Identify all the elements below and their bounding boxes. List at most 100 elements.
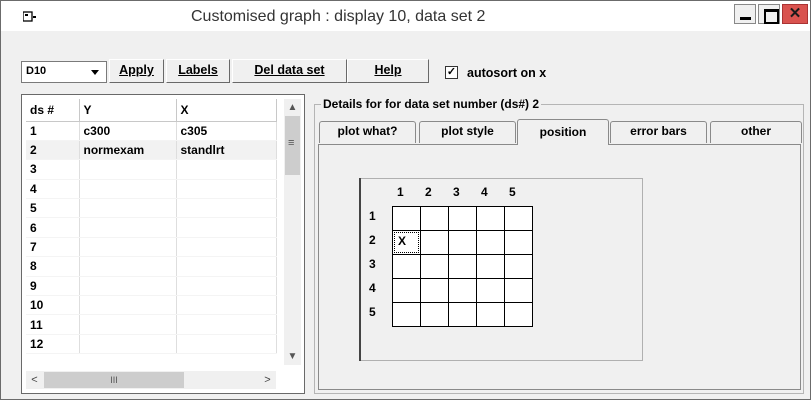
position-cell[interactable] [476, 230, 505, 255]
column-header-ds[interactable]: ds # [26, 99, 80, 122]
title-bar[interactable]: Customised graph : display 10, data set … [1, 1, 810, 31]
cell-y[interactable] [79, 179, 177, 200]
position-cell[interactable] [448, 254, 477, 279]
position-cell[interactable] [476, 302, 505, 327]
table-row[interactable]: 9 [26, 276, 277, 297]
tab-other[interactable]: other [710, 121, 802, 143]
cell-x[interactable] [176, 237, 277, 258]
cell-y[interactable] [79, 256, 177, 277]
tab-error-bars[interactable]: error bars [610, 121, 707, 143]
table-row[interactable]: 11 [26, 314, 277, 335]
position-cell[interactable] [476, 254, 505, 279]
cell-x[interactable]: standlrt [176, 140, 277, 161]
cell-ds[interactable]: 2 [26, 140, 80, 161]
cell-ds[interactable]: 8 [26, 256, 80, 277]
cell-ds[interactable]: 3 [26, 159, 80, 180]
del-data-set-button[interactable]: Del data set [232, 59, 347, 83]
cell-y[interactable] [79, 237, 177, 258]
position-cell[interactable] [504, 278, 533, 303]
tab-plot-what[interactable]: plot what? [319, 121, 416, 143]
table-row[interactable]: 4 [26, 179, 277, 200]
column-header-y[interactable]: Y [79, 99, 177, 122]
position-cell[interactable] [420, 230, 449, 255]
cell-x[interactable] [176, 217, 277, 238]
cell-y[interactable] [79, 314, 177, 335]
labels-button[interactable]: Labels [166, 59, 230, 83]
cell-ds[interactable]: 7 [26, 237, 80, 258]
position-cell[interactable] [392, 254, 421, 279]
display-select[interactable]: D10 [21, 61, 107, 83]
position-cell[interactable] [420, 278, 449, 303]
close-button[interactable]: ✕ [782, 4, 808, 24]
tab-plot-style[interactable]: plot style [419, 121, 516, 143]
cell-y[interactable] [79, 295, 177, 316]
cell-x[interactable] [176, 198, 277, 219]
position-cell[interactable] [448, 302, 477, 327]
position-row-header: 5 [364, 302, 392, 326]
position-cell[interactable] [504, 254, 533, 279]
cell-y[interactable]: c300 [79, 121, 177, 141]
cell-ds[interactable]: 11 [26, 314, 80, 335]
cell-x[interactable] [176, 179, 277, 200]
cell-ds[interactable]: 12 [26, 334, 80, 355]
position-cell[interactable] [420, 302, 449, 327]
table-row[interactable]: 3 [26, 159, 277, 180]
cell-ds[interactable]: 6 [26, 217, 80, 238]
autosort-checkbox[interactable]: ✓ [445, 66, 458, 79]
position-cell[interactable] [504, 230, 533, 255]
cell-ds[interactable]: 1 [26, 121, 80, 141]
position-cell[interactable] [392, 302, 421, 327]
position-cell[interactable] [420, 206, 449, 231]
position-cell[interactable] [420, 254, 449, 279]
cell-y[interactable]: normexam [79, 140, 177, 161]
maximize-button[interactable] [758, 4, 780, 24]
cell-ds[interactable]: 10 [26, 295, 80, 316]
table-row[interactable]: 10 [26, 295, 277, 316]
scroll-down-icon[interactable]: ▼ [284, 348, 301, 365]
minimize-button[interactable] [734, 4, 756, 24]
cell-ds[interactable]: 4 [26, 179, 80, 200]
horizontal-scrollbar[interactable]: < III > [26, 371, 276, 389]
cell-ds[interactable]: 5 [26, 198, 80, 219]
apply-button[interactable]: Apply [109, 59, 164, 83]
cell-x[interactable] [176, 256, 277, 277]
position-cell[interactable] [504, 302, 533, 327]
position-cell[interactable] [448, 206, 477, 231]
cell-y[interactable] [79, 198, 177, 219]
position-cell[interactable] [476, 206, 505, 231]
cell-x[interactable]: c305 [176, 121, 277, 141]
cell-x[interactable] [176, 159, 277, 180]
table-row[interactable]: 8 [26, 256, 277, 277]
position-cell[interactable] [504, 206, 533, 231]
horizontal-scroll-thumb[interactable]: III [44, 372, 184, 388]
table-row[interactable]: 12 [26, 334, 277, 355]
scroll-right-icon[interactable]: > [259, 371, 276, 389]
cell-y[interactable] [79, 276, 177, 297]
table-row[interactable]: 5 [26, 198, 277, 219]
scroll-up-icon[interactable]: ▲ [284, 99, 301, 116]
cell-x[interactable] [176, 276, 277, 297]
cell-y[interactable] [79, 334, 177, 355]
vertical-scrollbar[interactable]: ▲ ▼ [284, 99, 301, 365]
cell-x[interactable] [176, 314, 277, 335]
table-row[interactable]: 2 normexam standlrt [26, 140, 277, 161]
table-row[interactable]: 1 c300 c305 [26, 121, 277, 141]
table-row[interactable]: 6 [26, 217, 277, 238]
position-cell[interactable] [448, 230, 477, 255]
scroll-left-icon[interactable]: < [26, 371, 43, 389]
tab-position[interactable]: position [517, 119, 609, 145]
table-row[interactable]: 7 [26, 237, 277, 258]
cell-x[interactable] [176, 295, 277, 316]
cell-y[interactable] [79, 217, 177, 238]
help-button[interactable]: Help [347, 59, 429, 83]
position-cell[interactable] [392, 278, 421, 303]
cell-x[interactable] [176, 334, 277, 355]
cell-ds[interactable]: 9 [26, 276, 80, 297]
vertical-scroll-thumb[interactable] [285, 116, 300, 175]
position-cell[interactable] [448, 278, 477, 303]
position-cell[interactable] [476, 278, 505, 303]
cell-y[interactable] [79, 159, 177, 180]
column-header-x[interactable]: X [176, 99, 277, 122]
position-cell-selected[interactable]: X [392, 230, 421, 255]
position-cell[interactable] [392, 206, 421, 231]
